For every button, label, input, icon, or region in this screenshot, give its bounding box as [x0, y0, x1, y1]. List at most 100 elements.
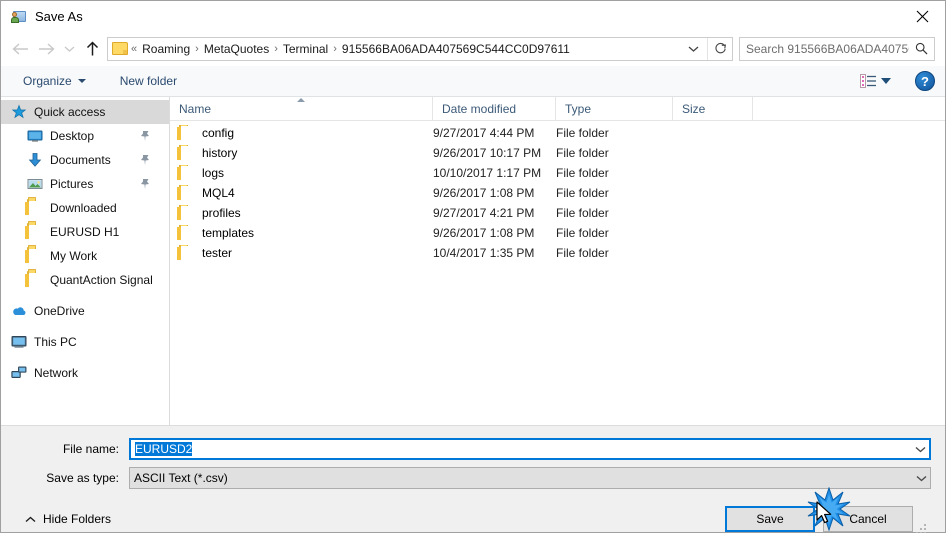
close-button[interactable] [899, 1, 945, 31]
row-name-cell: logs [170, 165, 433, 181]
file-name-value: EURUSD2 [135, 442, 193, 456]
folder-icon [179, 165, 195, 181]
row-type: File folder [556, 226, 609, 240]
file-list-pane: Name Date modified Type Size config 9/27… [170, 97, 945, 425]
dialog-body: Quick access Desktop Documents Pictures … [1, 97, 945, 425]
list-view-icon [860, 73, 876, 88]
row-name: MQL4 [202, 186, 235, 200]
chevron-down-icon [688, 46, 699, 52]
folder-icon [27, 271, 43, 288]
table-row[interactable]: profiles 9/27/2017 4:21 PM File folder [170, 203, 945, 223]
file-name-dropdown-button[interactable] [912, 440, 929, 458]
save-as-type-select[interactable]: ASCII Text (*.csv) [129, 467, 931, 489]
save-as-type-dropdown-button[interactable] [913, 468, 930, 488]
row-type: File folder [556, 126, 609, 140]
command-bar: Organize New folder ? [1, 66, 945, 97]
row-name: logs [202, 166, 225, 180]
up-arrow-icon [86, 40, 98, 55]
save-as-dialog: Save As « Roaming › MetaQuotes › Termina… [0, 0, 946, 533]
table-row[interactable]: templates 9/26/2017 1:08 PM File folder [170, 223, 945, 243]
table-row[interactable]: MQL4 9/26/2017 1:08 PM File folder [170, 183, 945, 203]
pictures-icon [27, 176, 43, 192]
row-name: history [202, 146, 238, 160]
row-type: File folder [556, 246, 609, 260]
sidebar-item-this-pc[interactable]: This PC [1, 330, 169, 354]
sidebar-item-desktop[interactable]: Desktop [1, 124, 169, 148]
sidebar-item-label: Desktop [50, 129, 95, 143]
column-header-type[interactable]: Type [556, 97, 673, 120]
dialog-buttons: Hide Folders Save Cancel [15, 496, 931, 533]
column-headers: Name Date modified Type Size [170, 97, 945, 121]
table-row[interactable]: logs 10/10/2017 1:17 PM File folder [170, 163, 945, 183]
sidebar-item-onedrive[interactable]: OneDrive [1, 299, 169, 323]
network-icon [11, 365, 27, 381]
chevron-down-icon [77, 79, 86, 83]
back-button[interactable] [7, 36, 33, 62]
forward-button[interactable] [33, 36, 59, 62]
up-button[interactable] [79, 36, 105, 62]
row-date: 10/4/2017 1:35 PM [433, 246, 535, 260]
breadcrumb-item-terminal[interactable]: Terminal [279, 38, 332, 60]
folder-icon [179, 205, 195, 221]
file-name-row: File name: EURUSD2 [15, 438, 931, 460]
sidebar-item-pictures[interactable]: Pictures [1, 172, 169, 196]
table-row[interactable]: history 9/26/2017 10:17 PM File folder [170, 143, 945, 163]
file-name-input[interactable]: EURUSD2 [129, 438, 931, 460]
save-label: Save [756, 512, 784, 526]
column-header-name[interactable]: Name [170, 97, 433, 120]
sidebar-item-label: Network [34, 366, 79, 380]
pin-icon[interactable] [140, 178, 150, 190]
file-name-value-wrap: EURUSD2 [131, 442, 912, 456]
sort-ascending-icon [297, 98, 305, 102]
hide-folders-button[interactable]: Hide Folders [15, 508, 117, 530]
sidebar-item-network[interactable]: Network [1, 361, 169, 385]
new-folder-button[interactable]: New folder [112, 70, 185, 92]
sidebar-item-downloaded[interactable]: Downloaded [1, 196, 169, 220]
save-button[interactable]: Save [725, 506, 815, 532]
pin-icon[interactable] [140, 154, 150, 166]
sidebar-item-label: OneDrive [34, 304, 85, 318]
resize-grip[interactable] [916, 524, 928, 533]
cancel-button[interactable]: Cancel [823, 506, 913, 532]
row-name: profiles [202, 206, 241, 220]
table-row[interactable]: config 9/27/2017 4:44 PM File folder [170, 123, 945, 143]
address-bar: « Roaming › MetaQuotes › Terminal › 9155… [1, 31, 945, 66]
column-header-size[interactable]: Size [673, 97, 753, 120]
sidebar-item-documents[interactable]: Documents [1, 148, 169, 172]
row-name-cell: profiles [170, 205, 433, 221]
folder-icon [179, 145, 195, 161]
row-name: templates [202, 226, 255, 240]
search-icon [909, 42, 934, 55]
sidebar-item-quantaction-signal[interactable]: QuantAction Signal [1, 268, 169, 292]
breadcrumb-item-terminal-id[interactable]: 915566BA06ADA407569C544CC0D97611 [338, 38, 574, 60]
pin-icon[interactable] [140, 130, 150, 142]
help-button[interactable]: ? [915, 71, 935, 91]
breadcrumb-item-metaquotes[interactable]: MetaQuotes [200, 38, 273, 60]
search-input[interactable]: Search 915566BA06ADA40756... [739, 36, 935, 61]
breadcrumb[interactable]: « Roaming › MetaQuotes › Terminal › 9155… [107, 36, 733, 61]
folder-icon [27, 223, 43, 240]
folder-icon [179, 185, 195, 201]
row-date: 9/26/2017 1:08 PM [433, 186, 535, 200]
column-header-date-modified[interactable]: Date modified [433, 97, 556, 120]
organize-button[interactable]: Organize [15, 70, 94, 92]
sidebar-item-my-work[interactable]: My Work [1, 244, 169, 268]
row-name-cell: templates [170, 225, 433, 241]
recent-locations-button[interactable] [59, 36, 79, 62]
row-name-cell: config [170, 125, 433, 141]
organize-label: Organize [23, 74, 72, 88]
column-label: Date modified [442, 101, 517, 116]
row-date: 9/27/2017 4:21 PM [433, 206, 535, 220]
table-row[interactable]: tester 10/4/2017 1:35 PM File folder [170, 243, 945, 263]
new-folder-label: New folder [119, 74, 178, 88]
folder-icon [179, 125, 195, 141]
file-rows: config 9/27/2017 4:44 PM File folder his… [170, 121, 945, 425]
sidebar-item-eurusd-h1[interactable]: EURUSD H1 [1, 220, 169, 244]
refresh-button[interactable] [708, 38, 732, 60]
sidebar-item-quick-access[interactable]: Quick access [1, 100, 169, 124]
folder-icon [179, 245, 195, 261]
breadcrumb-dropdown-button[interactable] [680, 45, 707, 53]
chevron-down-icon [881, 78, 891, 84]
change-view-button[interactable] [856, 70, 895, 93]
breadcrumb-item-roaming[interactable]: Roaming [138, 38, 194, 60]
